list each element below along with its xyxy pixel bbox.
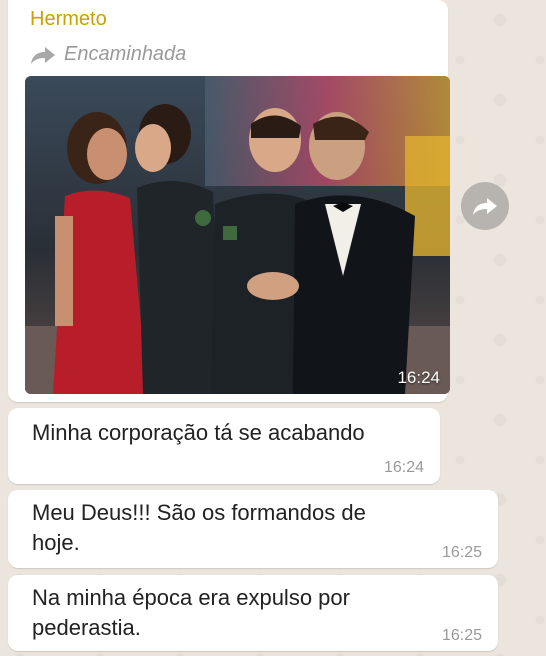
message-text-line-1: Meu Deus!!! São os formandos de — [32, 500, 366, 525]
forwarded-label: Encaminhada — [64, 43, 187, 65]
message-text-line-1: Na minha época era expulso por — [32, 585, 350, 610]
share-button[interactable] — [461, 182, 509, 230]
photo-message-bubble[interactable]: Hermeto Encaminhada 16:24 — [8, 0, 450, 402]
text-message-bubble[interactable]: Na minha época era expulso por pederasti… — [8, 575, 498, 651]
forward-arrow-icon — [31, 46, 55, 64]
photo-image — [25, 76, 450, 394]
sender-name[interactable]: Hermeto — [30, 8, 107, 31]
text-message-bubble[interactable]: Meu Deus!!! São os formandos de hoje. 16… — [8, 490, 498, 568]
message-photo[interactable]: 16:24 — [25, 76, 450, 394]
message-timestamp: 16:25 — [441, 627, 482, 644]
photo-timestamp: 16:24 — [397, 368, 440, 387]
message-text: Minha corporação tá se acabando — [32, 420, 365, 445]
message-text-line-2: pederastia. — [32, 615, 141, 640]
forwarded-indicator: Encaminhada — [30, 43, 186, 66]
message-timestamp: 16:24 — [383, 459, 424, 476]
message-text-line-2: hoje. — [32, 530, 80, 555]
message-timestamp: 16:25 — [441, 544, 482, 561]
share-arrow-icon — [473, 198, 497, 215]
text-message-bubble[interactable]: Minha corporação tá se acabando 16:24 — [8, 408, 440, 484]
